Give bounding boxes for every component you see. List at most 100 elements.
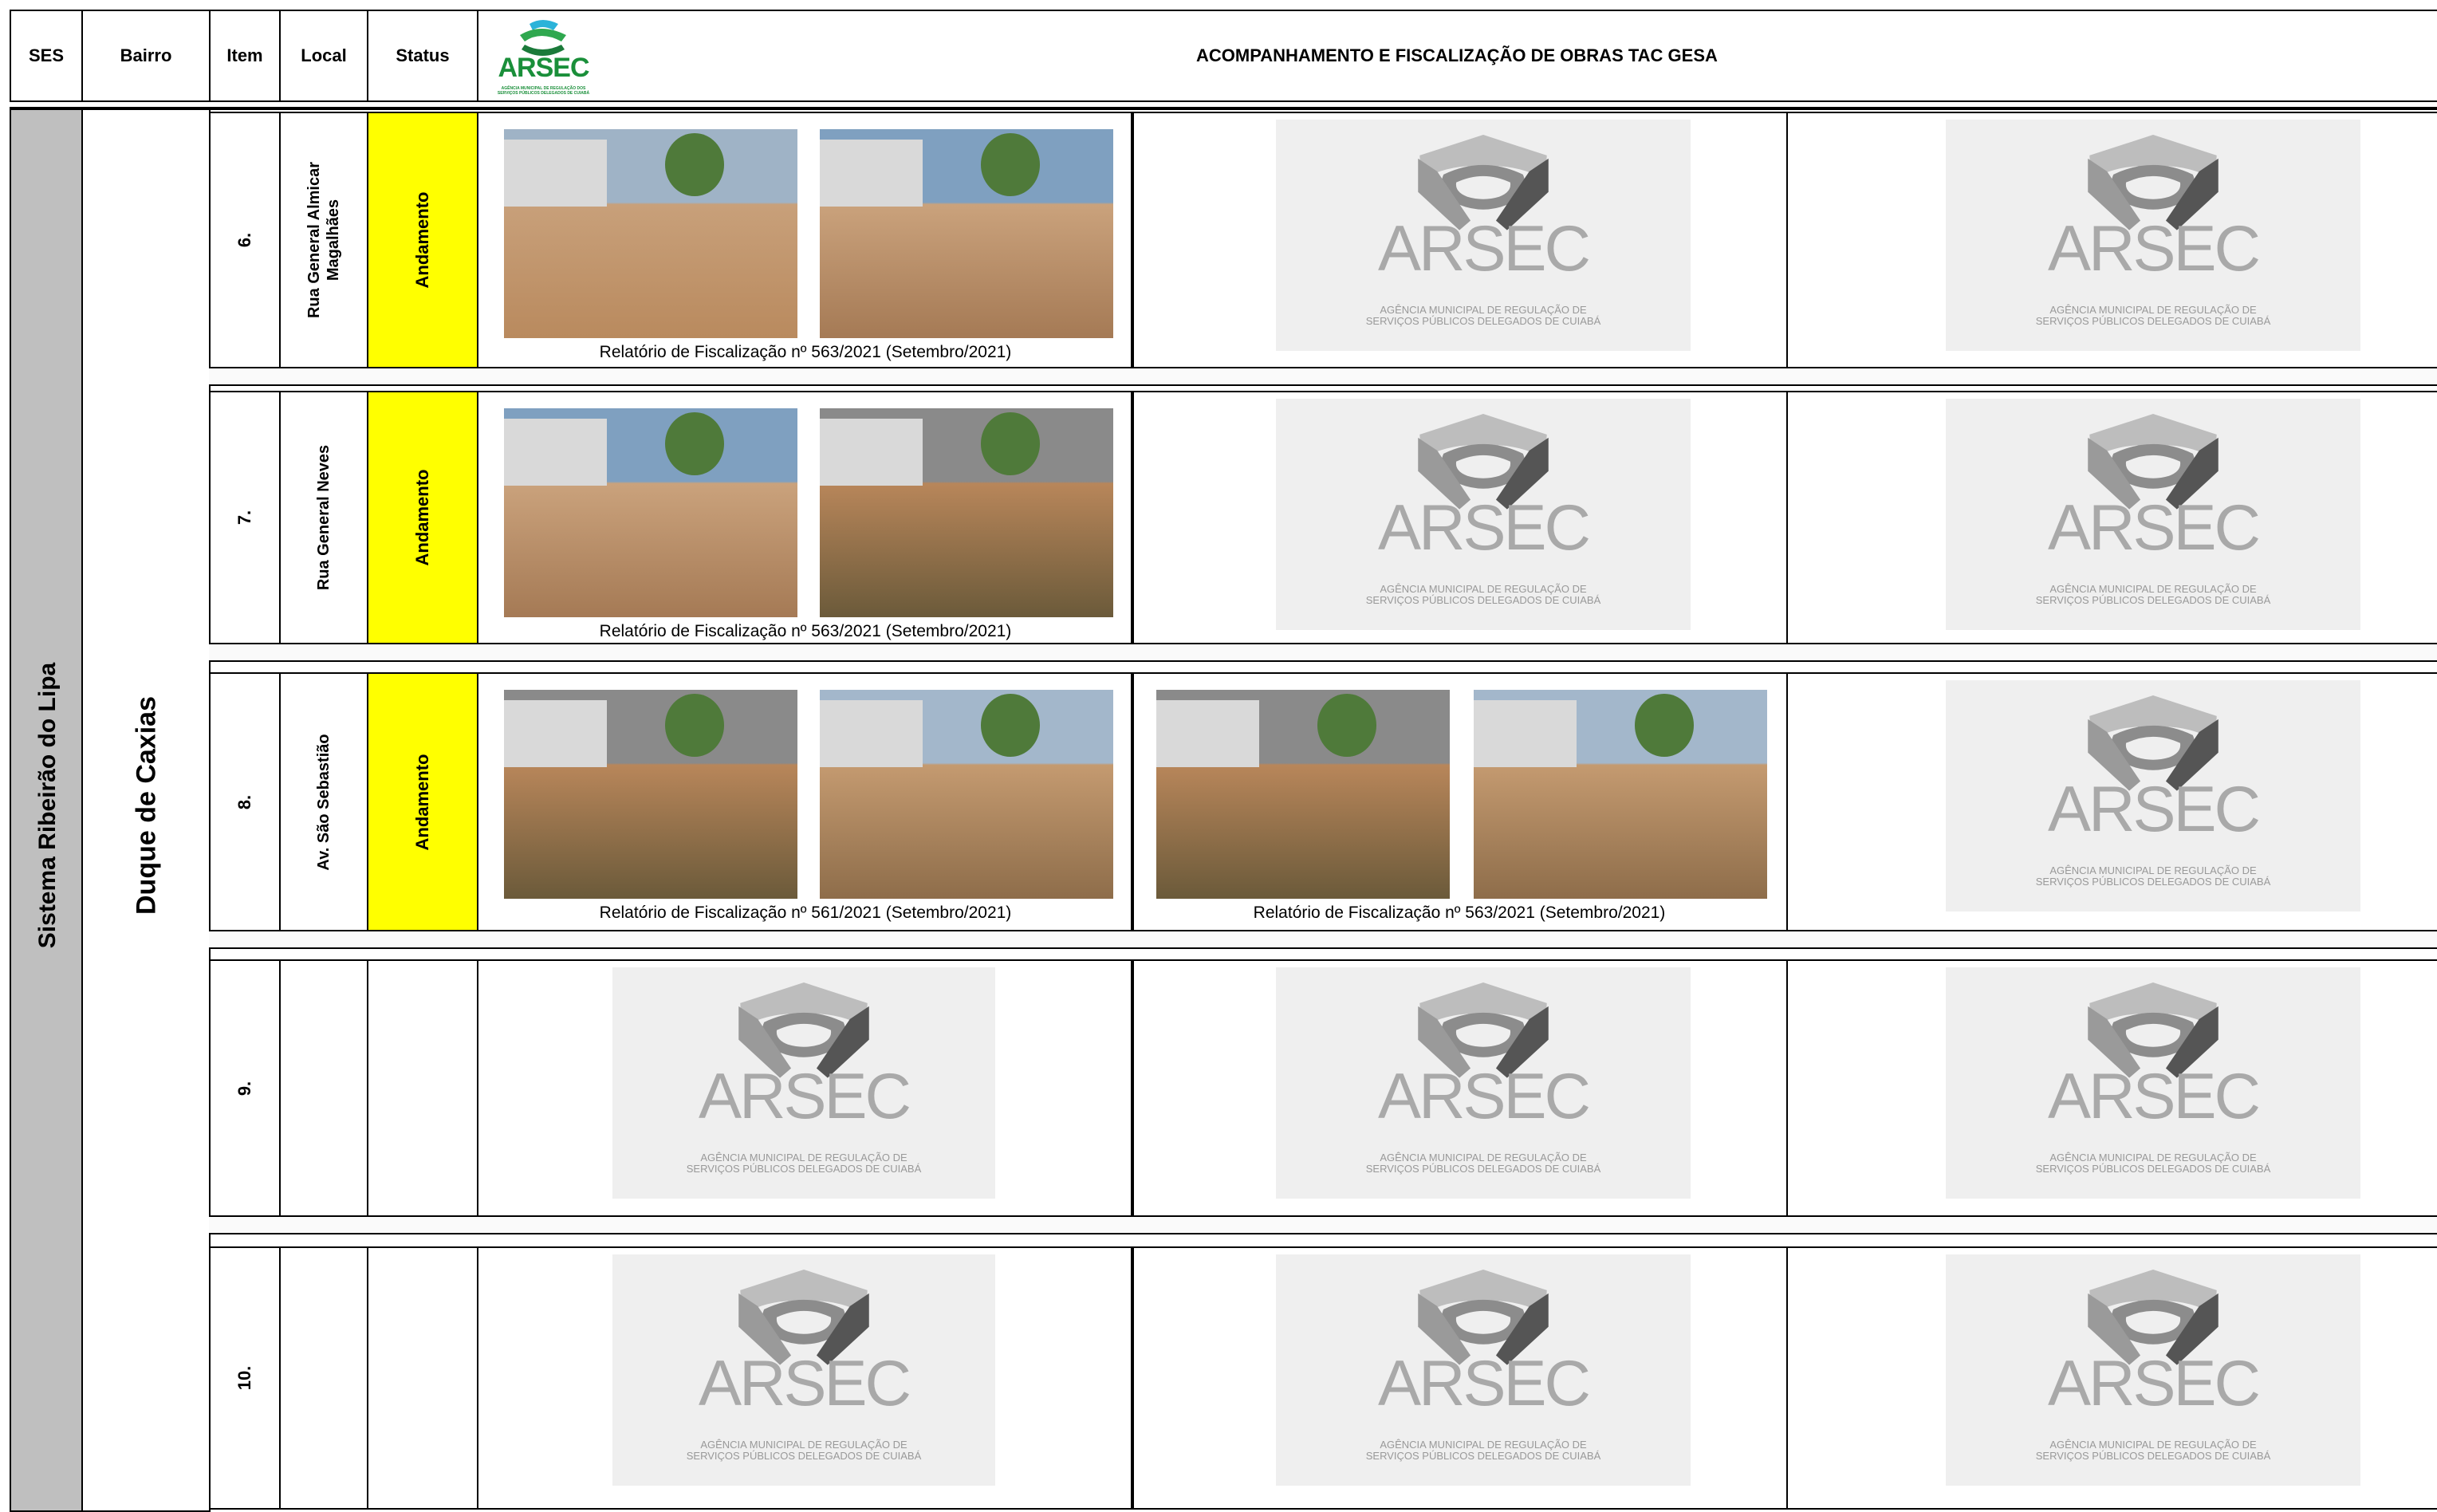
item-number: 8. [234,794,254,809]
status-cell [367,1246,478,1510]
site-photo [504,690,797,899]
arsec-placeholder-subtitle: AGÊNCIA MUNICIPAL DE REGULAÇÃO DE SERVIÇO… [1946,865,2360,888]
col-header-bairro-label: Bairro [120,45,172,65]
col-header-local-label: Local [301,45,347,65]
page-title: ACOMPANHAMENTO E FISCALIZAÇÃO DE OBRAS T… [1196,45,1718,65]
photo-tree [981,694,1040,757]
arsec-placeholder-word: ARSEC [2047,491,2261,564]
arsec-placeholder-subtitle: AGÊNCIA MUNICIPAL DE REGULAÇÃO DE SERVIÇO… [1946,584,2360,606]
local-name-line2: Magalhães [325,199,342,282]
arsec-placeholder-line1: AGÊNCIA MUNICIPAL DE REGULAÇÃO DE [1380,583,1587,595]
photo-building [504,419,607,486]
col-header-ses-label: SES [28,45,65,65]
col-header-ses: SES [10,10,83,102]
photo-tree [1635,694,1694,757]
arsec-placeholder-subtitle: AGÊNCIA MUNICIPAL DE REGULAÇÃO DE SERVIÇO… [1946,1439,2360,1462]
arsec-placeholder-image: ARSEC AGÊNCIA MUNICIPAL DE REGULAÇÃO DE SE… [1946,120,2360,351]
arsec-placeholder-word: ARSEC [2047,1060,2261,1132]
arsec-placeholder-line2: SERVIÇOS PÚBLICOS DELEGADOS DE CUIABÁ [2035,1163,2271,1175]
arsec-placeholder-line1: AGÊNCIA MUNICIPAL DE REGULAÇÃO DE [2049,1439,2257,1451]
arsec-placeholder-line2: SERVIÇOS PÚBLICOS DELEGADOS DE CUIABÁ [1365,1163,1601,1175]
arsec-placeholder-line1: AGÊNCIA MUNICIPAL DE REGULAÇÃO DE [2049,583,2257,595]
site-photo [820,690,1113,899]
arsec-placeholder-image: ARSEC AGÊNCIA MUNICIPAL DE REGULAÇÃO DE SE… [1276,120,1691,351]
arsec-placeholder-word: ARSEC [1377,212,1591,285]
arsec-placeholder-subtitle: AGÊNCIA MUNICIPAL DE REGULAÇÃO DE SERVIÇO… [1276,1439,1691,1462]
arsec-placeholder-image: ARSEC AGÊNCIA MUNICIPAL DE REGULAÇÃO DE SE… [612,967,995,1199]
arsec-placeholder-subtitle: AGÊNCIA MUNICIPAL DE REGULAÇÃO DE SERVIÇO… [1946,305,2360,327]
arsec-placeholder-line2: SERVIÇOS PÚBLICOS DELEGADOS DE CUIABÁ [1365,1450,1601,1462]
photo-tree [665,133,724,196]
site-photo [1156,690,1450,899]
arsec-placeholder-image: ARSEC AGÊNCIA MUNICIPAL DE REGULAÇÃO DE SE… [1276,967,1691,1199]
arsec-placeholder-line1: AGÊNCIA MUNICIPAL DE REGULAÇÃO DE [2049,864,2257,876]
col-header-item-label: Item [226,45,263,65]
col-header-status: Status [367,10,478,102]
arsec-placeholder-image: ARSEC AGÊNCIA MUNICIPAL DE REGULAÇÃO DE SE… [1946,1254,2360,1486]
local-name: Rua General Neves [314,445,333,590]
arsec-logo: ARSEC AGÊNCIA MUNICIPAL DE REGULAÇÃO DOS… [490,18,597,97]
arsec-placeholder-subtitle: AGÊNCIA MUNICIPAL DE REGULAÇÃO DE SERVIÇO… [1276,1152,1691,1175]
photo-building [1156,700,1259,767]
arsec-placeholder-word: ARSEC [1377,1060,1591,1132]
arsec-placeholder-subtitle: AGÊNCIA MUNICIPAL DE REGULAÇÃO DE SERVIÇO… [612,1152,995,1175]
local-name-line1: Rua General Neves [315,444,333,591]
arsec-placeholder-line2: SERVIÇOS PÚBLICOS DELEGADOS DE CUIABÁ [1365,594,1601,606]
arsec-placeholder-line1: AGÊNCIA MUNICIPAL DE REGULAÇÃO DE [700,1152,907,1164]
item-number: 6. [234,232,254,248]
arsec-placeholder-subtitle: AGÊNCIA MUNICIPAL DE REGULAÇÃO DE SERVIÇO… [1946,1152,2360,1175]
arsec-placeholder-line1: AGÊNCIA MUNICIPAL DE REGULAÇÃO DE [700,1439,907,1451]
photo-tree [665,412,724,475]
arsec-placeholder-image: ARSEC AGÊNCIA MUNICIPAL DE REGULAÇÃO DE SE… [1276,1254,1691,1486]
photo-building [820,140,923,207]
arsec-placeholder-word: ARSEC [1377,491,1591,564]
local-name: Rua General Almicar Magalhães [305,162,343,318]
row-spacer [209,931,2437,949]
arsec-logo-word: ARSEC [498,53,589,83]
arsec-placeholder-line2: SERVIÇOS PÚBLICOS DELEGADOS DE CUIABÁ [686,1163,922,1175]
col-header-bairro: Bairro [81,10,211,102]
arsec-placeholder-word: ARSEC [2047,773,2261,845]
arsec-placeholder-word: ARSEC [698,1060,911,1132]
status-cell [367,959,478,1217]
row-spacer [209,1217,2437,1234]
arsec-placeholder-word: ARSEC [2047,212,2261,285]
photo-tree [981,133,1040,196]
arsec-placeholder-line2: SERVIÇOS PÚBLICOS DELEGADOS DE CUIABÁ [2035,876,2271,888]
arsec-placeholder-image: ARSEC AGÊNCIA MUNICIPAL DE REGULAÇÃO DE SE… [1946,680,2360,912]
photo-building [504,140,607,207]
photo-building [504,700,607,767]
photo-tree [665,694,724,757]
photo-building [820,700,923,767]
arsec-placeholder-line1: AGÊNCIA MUNICIPAL DE REGULAÇÃO DE [1380,1439,1587,1451]
col-header-item: Item [209,10,281,102]
arsec-placeholder-word: ARSEC [1377,1347,1591,1419]
arsec-logo-sub: AGÊNCIA MUNICIPAL DE REGULAÇÃO DOS SERVI… [497,86,590,96]
local-name-line1: Av. São Sebastião [315,733,333,871]
local-cell [279,1246,368,1510]
row-spacer [209,368,2437,386]
local-cell [279,959,368,1217]
col-header-status-label: Status [396,45,450,65]
arsec-placeholder-image: ARSEC AGÊNCIA MUNICIPAL DE REGULAÇÃO DE SE… [1946,399,2360,630]
arsec-placeholder-line2: SERVIÇOS PÚBLICOS DELEGADOS DE CUIABÁ [2035,1450,2271,1462]
ses-name: Sistema Ribeirão do Lipa [34,662,61,949]
item-number: 9. [234,1081,254,1096]
site-photo [1474,690,1767,899]
site-photo [504,408,797,617]
arsec-placeholder-line1: AGÊNCIA MUNICIPAL DE REGULAÇÃO DE [2049,304,2257,316]
status-badge: Andamento [412,469,432,566]
report-title-cell: ARSEC AGÊNCIA MUNICIPAL DE REGULAÇÃO DOS… [477,10,2437,102]
site-photo [820,408,1113,617]
item-number: 10. [234,1365,254,1391]
report-caption: Relatório de Fiscalização nº 561/2021 (S… [599,904,1012,922]
arsec-placeholder-image: ARSEC AGÊNCIA MUNICIPAL DE REGULAÇÃO DE SE… [612,1254,995,1486]
photo-tree [981,412,1040,475]
arsec-placeholder-subtitle: AGÊNCIA MUNICIPAL DE REGULAÇÃO DE SERVIÇO… [1276,305,1691,327]
local-name: Av. São Sebastião [314,734,333,870]
arsec-placeholder-word: ARSEC [2047,1347,2261,1419]
arsec-placeholder-line2: SERVIÇOS PÚBLICOS DELEGADOS DE CUIABÁ [2035,594,2271,606]
report-caption: Relatório de Fiscalização nº 563/2021 (S… [599,343,1012,361]
report-caption: Relatório de Fiscalização nº 563/2021 (S… [1253,904,1666,922]
arsec-placeholder-line2: SERVIÇOS PÚBLICOS DELEGADOS DE CUIABÁ [686,1450,922,1462]
